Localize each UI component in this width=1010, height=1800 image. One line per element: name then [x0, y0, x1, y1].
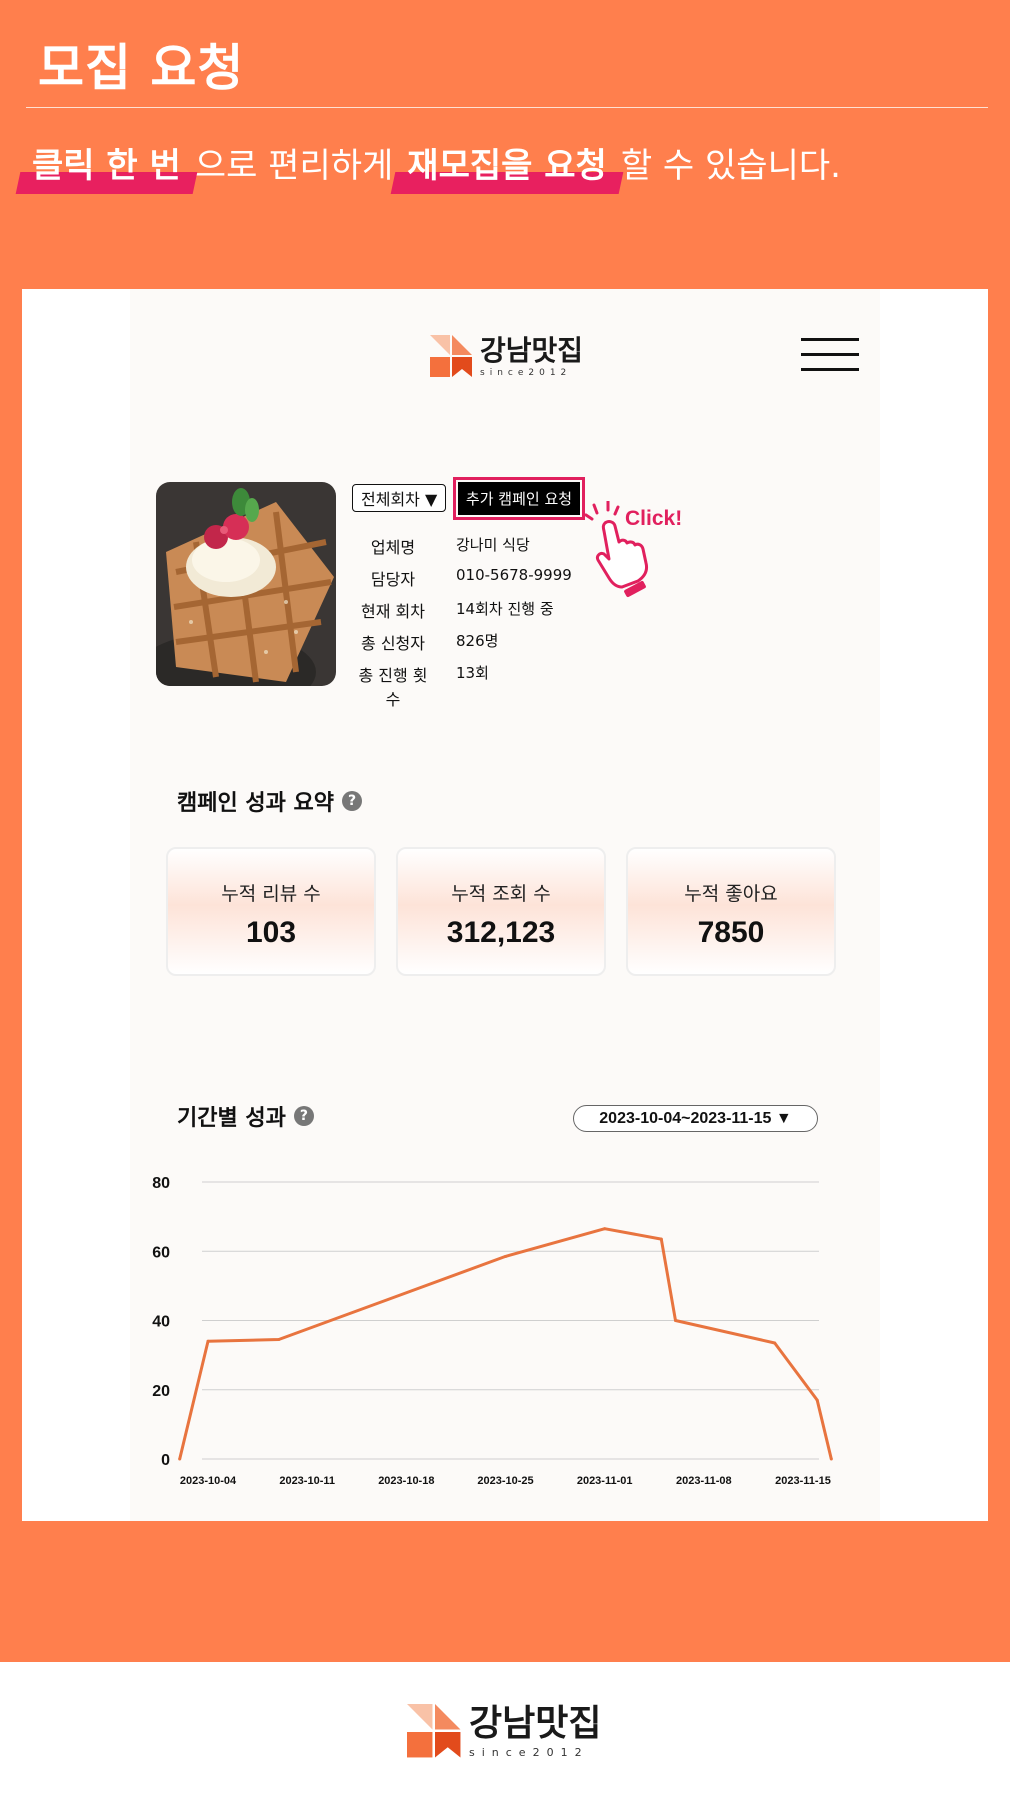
- footer: 강남맛집 since2012: [0, 1662, 1010, 1800]
- y-tick-label: 0: [161, 1452, 170, 1469]
- data-point: [773, 1341, 777, 1345]
- data-point: [659, 1237, 663, 1241]
- x-tick-label: 2023-10-11: [279, 1475, 335, 1487]
- x-tick-label: 2023-10-18: [378, 1475, 434, 1487]
- logo-mark-icon: [430, 335, 474, 379]
- divider: [26, 107, 988, 108]
- date-range-select[interactable]: 2023-10-04~2023-11-15 ▼: [573, 1105, 818, 1132]
- info-value: 14회차 진행 중: [456, 600, 554, 618]
- logo-since: since2012: [480, 367, 572, 378]
- info-label: 총 신청자: [361, 634, 425, 653]
- info-row-applicants: 총 신청자 826명: [352, 630, 652, 658]
- info-value: 826명: [456, 632, 499, 650]
- x-tick-label: 2023-11-01: [577, 1475, 633, 1487]
- info-row-current-round: 현재 회차 14회차 진행 중: [352, 598, 652, 626]
- logo-mark-icon: [407, 1704, 463, 1760]
- series-line: [178, 1227, 833, 1460]
- kpi-card-reviews: 누적 리뷰 수 103: [166, 847, 376, 976]
- info-row-manager: 담당자 010-5678-9999: [352, 566, 652, 594]
- y-tick-label: 80: [152, 1175, 170, 1192]
- footer-logo[interactable]: 강남맛집 since2012: [407, 1704, 601, 1760]
- kpi-card-likes: 누적 좋아요 7850: [626, 847, 836, 976]
- data-point: [829, 1457, 833, 1461]
- y-tick-label: 40: [152, 1314, 170, 1331]
- data-point: [504, 1254, 507, 1258]
- menu-icon[interactable]: [801, 338, 859, 372]
- info-label: 총 진행 횟수: [358, 666, 428, 709]
- info-row-total-runs: 총 진행 횟수 13회: [352, 662, 652, 709]
- y-tick-label: 60: [152, 1244, 170, 1261]
- data-point: [178, 1457, 182, 1461]
- highlight-one-click: 클릭 한 번: [26, 146, 187, 186]
- y-tick-label: 20: [152, 1383, 170, 1400]
- info-value: 13회: [456, 664, 489, 682]
- kpi-value: 312,123: [446, 916, 556, 949]
- hero-subtitle: 클릭 한 번 으로 편리하게 재모집을 요청 할 수 있습니다.: [26, 138, 841, 186]
- summary-title-text: 캠페인 성과 요약: [177, 791, 334, 816]
- logo-name: 강남맛집: [469, 1702, 602, 1744]
- info-label: 담당자: [370, 570, 416, 589]
- info-row-store: 업체명 강나미 식당: [352, 534, 652, 562]
- highlight-rerecruit: 재모집을 요청: [401, 146, 613, 186]
- logo-since: since2012: [469, 1745, 589, 1759]
- kpi-label: 누적 좋아요: [684, 883, 778, 905]
- data-point: [277, 1338, 281, 1342]
- kpi-label: 누적 리뷰 수: [221, 883, 321, 905]
- data-point: [603, 1227, 607, 1231]
- x-tick-label: 2023-11-15: [775, 1475, 831, 1487]
- help-icon[interactable]: ?: [342, 791, 362, 811]
- header-logo[interactable]: 강남맛집 since2012: [430, 335, 583, 379]
- info-label: 현재 회차: [361, 602, 425, 621]
- help-icon[interactable]: ?: [293, 1106, 314, 1126]
- store-photo: [156, 482, 336, 686]
- click-hint: Click!: [625, 507, 683, 530]
- data-point: [674, 1319, 677, 1322]
- x-tick-label: 2023-10-04: [180, 1475, 237, 1487]
- kpi-value: 7850: [697, 916, 765, 949]
- kpi-label: 누적 조회 수: [451, 883, 551, 905]
- page-title: 모집 요청: [38, 39, 245, 97]
- logo-name: 강남맛집: [480, 333, 584, 367]
- data-point: [206, 1339, 210, 1343]
- data-point: [815, 1398, 819, 1402]
- period-title: 기간별 성과 ?: [177, 1100, 314, 1132]
- kpi-card-views: 누적 조회 수 312,123: [396, 847, 606, 976]
- info-value: 강나미 식당: [456, 536, 530, 554]
- kpi-value: 103: [245, 916, 297, 949]
- info-label: 업체명: [370, 538, 416, 557]
- x-tick-label: 2023-10-25: [477, 1475, 533, 1487]
- x-tick-label: 2023-11-08: [676, 1475, 732, 1487]
- info-value: 010-5678-9999: [456, 566, 572, 584]
- performance-line-chart: 0 20 40 60 80 2023-10-04 2023-10-11 2023-10-18 2…: [152, 1175, 833, 1487]
- hero-text-tail: 할 수 있습니다.: [620, 145, 841, 186]
- summary-title: 캠페인 성과 요약 ?: [177, 785, 362, 817]
- hero-text-middle: 으로 편리하게: [194, 145, 394, 186]
- app-screen: 강남맛집 since2012 전체회차 ▼ 추가 캠페인 요청 Click! 업…: [130, 289, 880, 1521]
- round-select[interactable]: 전체회차 ▼: [352, 484, 447, 512]
- period-title-text: 기간별 성과: [177, 1106, 286, 1131]
- request-campaign-button[interactable]: 추가 캠페인 요청: [458, 482, 580, 515]
